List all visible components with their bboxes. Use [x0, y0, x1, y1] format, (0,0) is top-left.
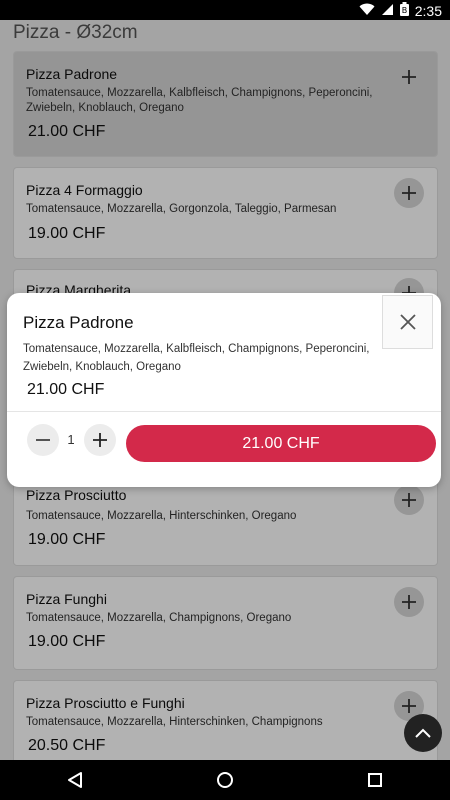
item-detail-modal: Pizza Padrone Tomatensauce, Mozzarella, …	[7, 293, 441, 487]
modal-description-line: Zwiebeln, Knoblauch, Oregano	[23, 361, 181, 373]
chevron-up-icon	[415, 728, 431, 738]
home-button[interactable]	[213, 768, 237, 792]
add-to-cart-button[interactable]: 21.00 CHF	[126, 425, 436, 462]
status-bar: B 2:35	[0, 0, 450, 20]
back-button[interactable]	[63, 768, 87, 792]
svg-text:B: B	[402, 6, 408, 15]
modal-description-line: Tomatensauce, Mozzarella, Kalbfleisch, C…	[23, 343, 370, 355]
back-icon	[68, 772, 82, 788]
scroll-to-top-button[interactable]	[404, 714, 442, 752]
modal-price: 21.00 CHF	[27, 381, 105, 398]
close-button[interactable]	[382, 295, 433, 349]
plus-icon	[93, 433, 107, 447]
close-icon	[399, 314, 416, 330]
recents-button[interactable]	[363, 768, 387, 792]
quantity-decrease-button[interactable]	[27, 424, 59, 456]
battery-icon: B	[399, 2, 409, 20]
status-time: 2:35	[414, 3, 442, 19]
quantity-increase-button[interactable]	[84, 424, 116, 456]
divider	[7, 411, 441, 412]
minus-icon	[36, 439, 50, 441]
home-icon	[217, 772, 233, 788]
quantity-value: 1	[67, 432, 75, 447]
navigation-bar	[0, 760, 450, 800]
modal-title: Pizza Padrone	[23, 313, 134, 332]
modal-description: Tomatensauce, Mozzarella, Kalbfleisch, C…	[23, 340, 393, 376]
wifi-icon	[359, 3, 375, 20]
recents-icon	[368, 773, 382, 787]
signal-icon	[381, 3, 394, 20]
